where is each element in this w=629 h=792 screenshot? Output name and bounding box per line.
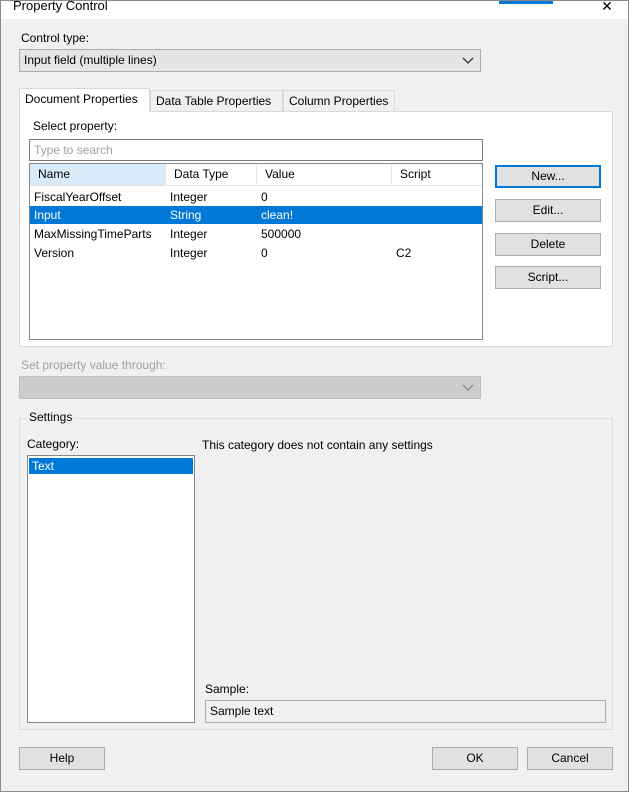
cell-script: C2 — [396, 246, 412, 260]
column-header-value[interactable]: Value — [257, 164, 392, 185]
column-header-name[interactable]: Name — [30, 164, 166, 185]
cell-name: Version — [34, 246, 75, 260]
help-button[interactable]: Help — [19, 747, 105, 770]
delete-button[interactable]: Delete — [495, 233, 601, 256]
title-accent-bar — [499, 1, 553, 4]
cell-name: Input — [34, 208, 61, 222]
cell-name: FiscalYearOffset — [34, 190, 122, 204]
cell-name: MaxMissingTimeParts — [34, 227, 152, 241]
table-row-selected[interactable]: Input String clean! — [30, 206, 482, 224]
property-control-dialog: Property Control ✕ Control type: Input f… — [0, 0, 629, 792]
table-row[interactable]: Version Integer 0 C2 — [30, 244, 482, 262]
control-type-label: Control type: — [21, 31, 90, 45]
set-property-label: Set property value through: — [21, 358, 166, 372]
set-property-select[interactable] — [19, 376, 481, 399]
tab-document-properties[interactable]: Document Properties — [19, 88, 150, 113]
edit-button[interactable]: Edit... — [495, 199, 601, 222]
script-button[interactable]: Script... — [495, 266, 601, 289]
cell-data-type: Integer — [170, 246, 208, 260]
category-label: Category: — [27, 437, 80, 451]
ok-button[interactable]: OK — [432, 747, 518, 770]
category-list: Text — [27, 455, 195, 723]
table-header: Name Data Type Value Script — [30, 164, 482, 186]
no-settings-message: This category does not contain any setti… — [202, 438, 433, 452]
settings-group-label: Settings — [27, 410, 75, 424]
table-row[interactable]: FiscalYearOffset Integer 0 — [30, 188, 482, 206]
cell-value: 0 — [261, 190, 268, 204]
cell-data-type: Integer — [170, 227, 208, 241]
cell-value: 0 — [261, 246, 268, 260]
column-header-script[interactable]: Script — [392, 164, 482, 185]
cancel-button[interactable]: Cancel — [527, 747, 613, 770]
search-input[interactable]: Type to search — [29, 139, 483, 161]
cell-value: 500000 — [261, 227, 302, 241]
close-icon[interactable]: ✕ — [599, 1, 615, 15]
tab-column-properties[interactable]: Column Properties — [283, 90, 395, 112]
sample-label: Sample: — [205, 682, 250, 696]
chevron-down-icon — [462, 50, 474, 71]
table-row[interactable]: MaxMissingTimeParts Integer 500000 — [30, 225, 482, 243]
cell-data-type: String — [170, 208, 202, 222]
property-table: Name Data Type Value Script FiscalYearOf… — [29, 163, 483, 340]
window-title: Property Control — [13, 0, 108, 13]
cell-value: clean! — [261, 208, 294, 222]
sample-text-box: Sample text — [205, 700, 606, 723]
select-property-label: Select property: — [33, 119, 118, 133]
category-item-text[interactable]: Text — [29, 458, 193, 474]
title-bar: Property Control ✕ — [1, 1, 628, 19]
cell-data-type: Integer — [170, 190, 208, 204]
column-header-data-type[interactable]: Data Type — [166, 164, 257, 185]
chevron-down-icon — [462, 377, 474, 398]
control-type-select[interactable]: Input field (multiple lines) — [19, 49, 481, 72]
tab-data-table-properties[interactable]: Data Table Properties — [150, 90, 283, 112]
control-type-value: Input field (multiple lines) — [24, 53, 157, 67]
new-button[interactable]: New... — [495, 165, 601, 188]
